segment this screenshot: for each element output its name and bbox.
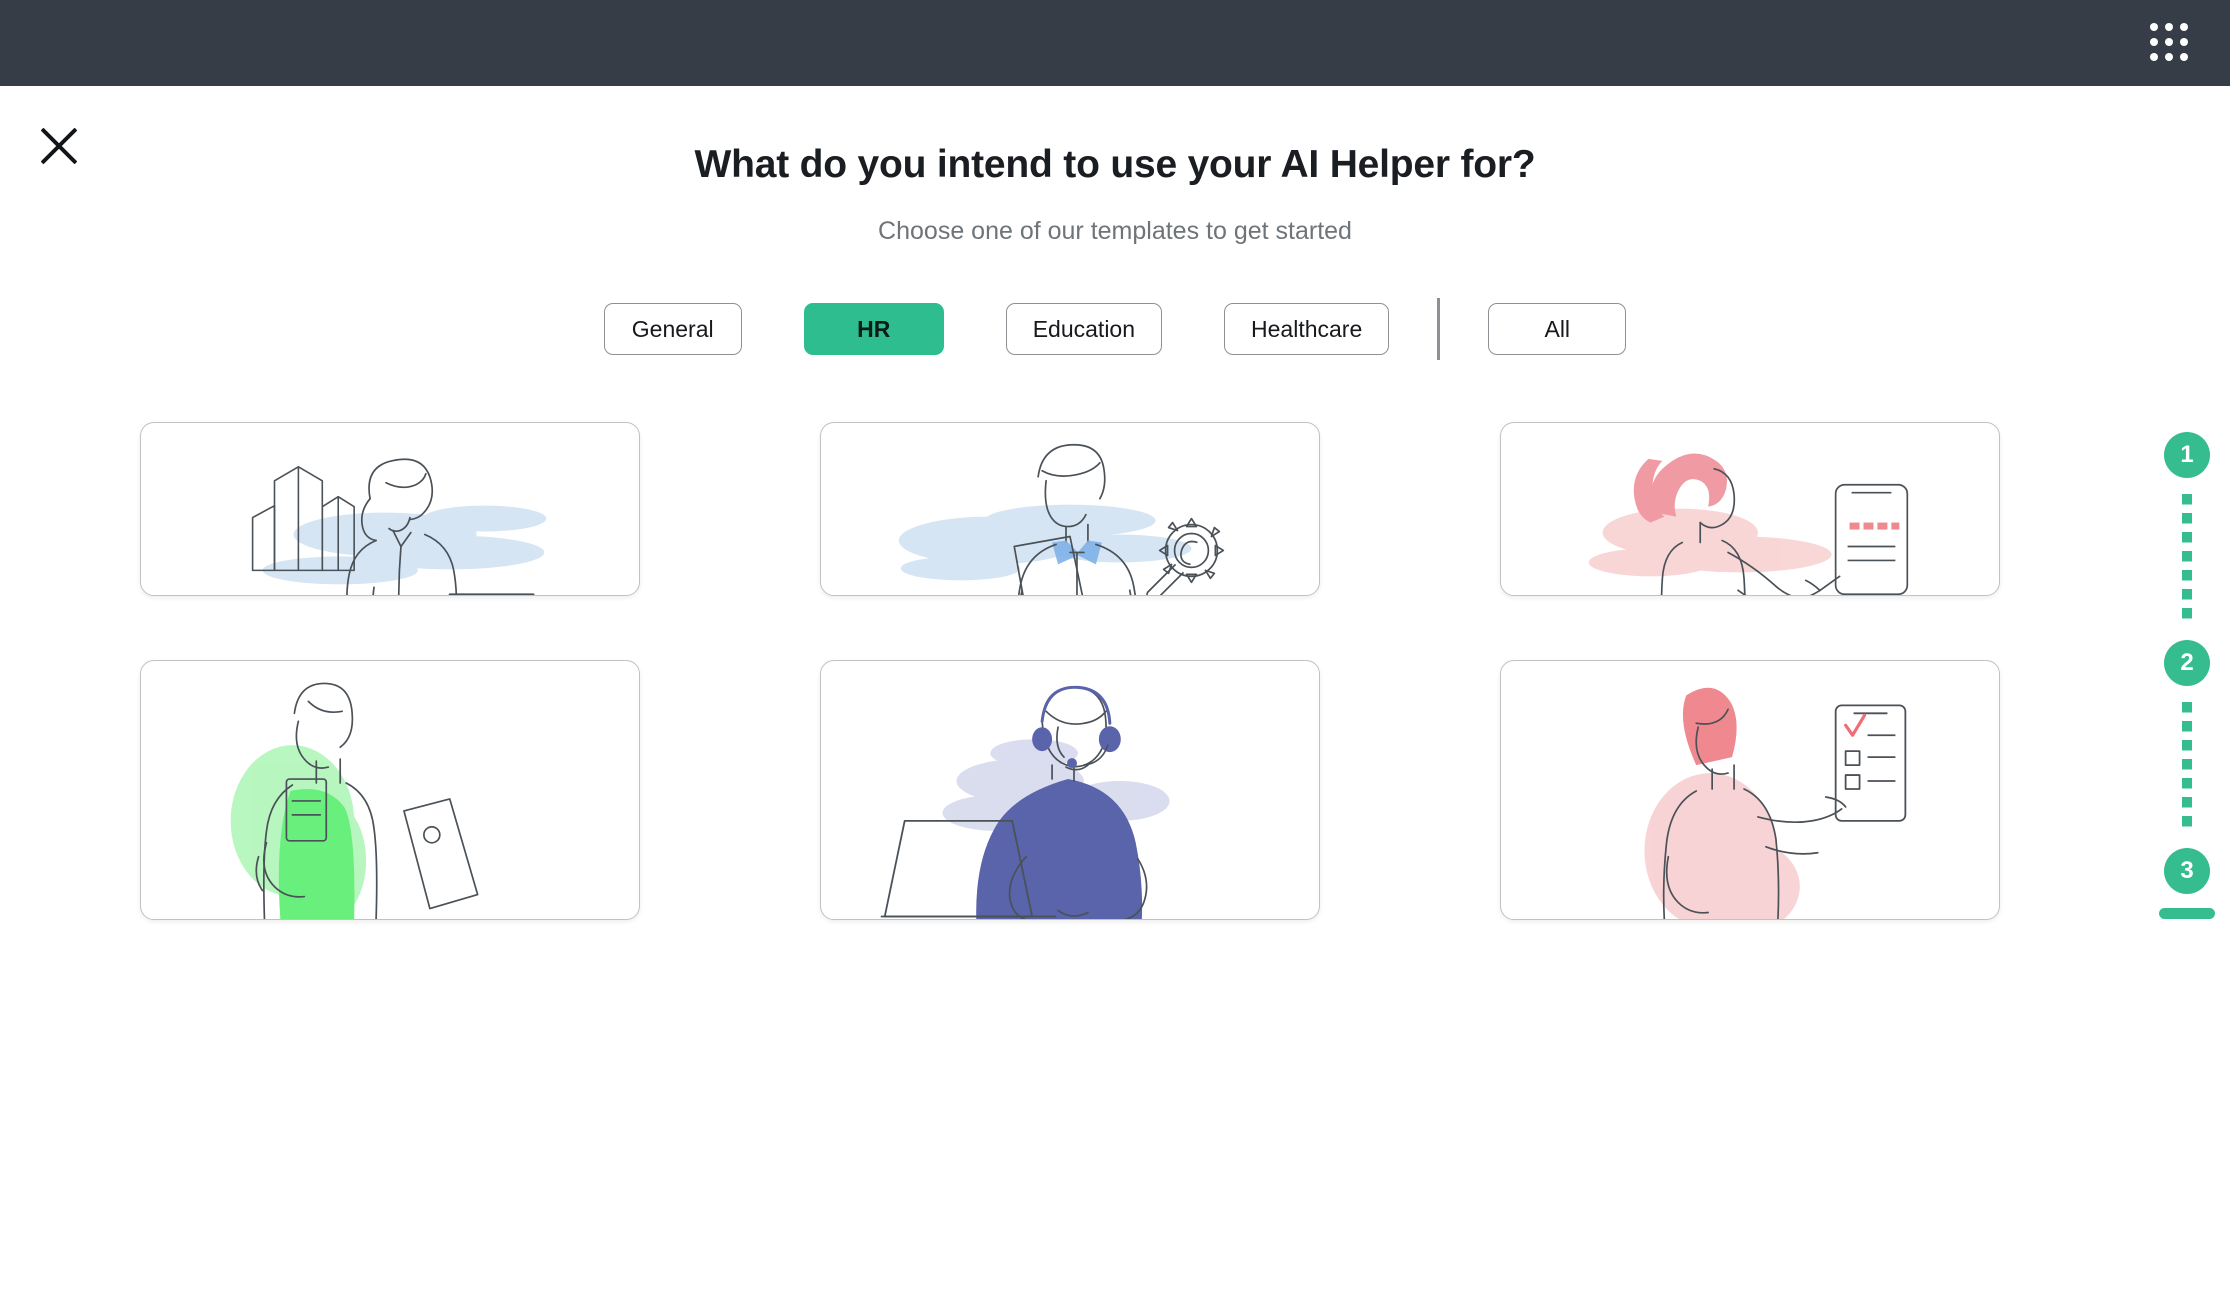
template-card[interactable]: Job Interview (Basic) Use this template …: [140, 422, 640, 596]
step-indicator-2[interactable]: 2: [2164, 640, 2210, 686]
template-card[interactable]: HR Assistant (Employee Onboarding) Use t…: [1500, 422, 2000, 596]
template-card-grid: Job Interview (Basic) Use this template …: [140, 422, 2000, 920]
top-bar: [0, 0, 2230, 86]
template-card[interactable]: Job Interview (Skilled Worker) Use this …: [820, 422, 1320, 596]
step-indicator-3[interactable]: 3: [2164, 848, 2210, 894]
filter-chip-all[interactable]: All: [1488, 303, 1627, 355]
template-illustration-man-with-checklist: [1501, 661, 1999, 919]
step-indicator-1[interactable]: 1: [2164, 432, 2210, 478]
apps-grid-icon[interactable]: [2150, 23, 2190, 63]
template-illustration-support-agent: [821, 661, 1319, 919]
filter-chip-hr[interactable]: HR: [803, 303, 944, 355]
filter-chip-education[interactable]: Education: [1005, 303, 1163, 355]
template-card[interactable]: [820, 660, 1320, 920]
step-active-bar: [2159, 908, 2215, 919]
template-illustration-woman-with-tablet: [1501, 423, 1999, 595]
page-title: What do you intend to use your AI Helper…: [694, 143, 1536, 186]
template-card[interactable]: [1500, 660, 2000, 920]
filter-chip-healthcare[interactable]: Healthcare: [1224, 303, 1390, 355]
page-subtitle: Choose one of our templates to get start…: [878, 217, 1352, 245]
filter-chip-general[interactable]: General: [603, 303, 742, 355]
template-illustration-woman-at-laptop: [141, 423, 639, 595]
template-illustration-woman-green-shirt: [141, 661, 639, 919]
template-illustration-man-with-clipboard: [821, 423, 1319, 595]
template-card[interactable]: [140, 660, 640, 920]
progress-stepper: 1 2 3: [2158, 432, 2216, 919]
category-filter-bar: General HR Education Healthcare All: [0, 298, 2230, 360]
filter-divider: [1437, 298, 1441, 360]
step-connector: [2182, 702, 2192, 832]
step-connector: [2182, 494, 2192, 624]
